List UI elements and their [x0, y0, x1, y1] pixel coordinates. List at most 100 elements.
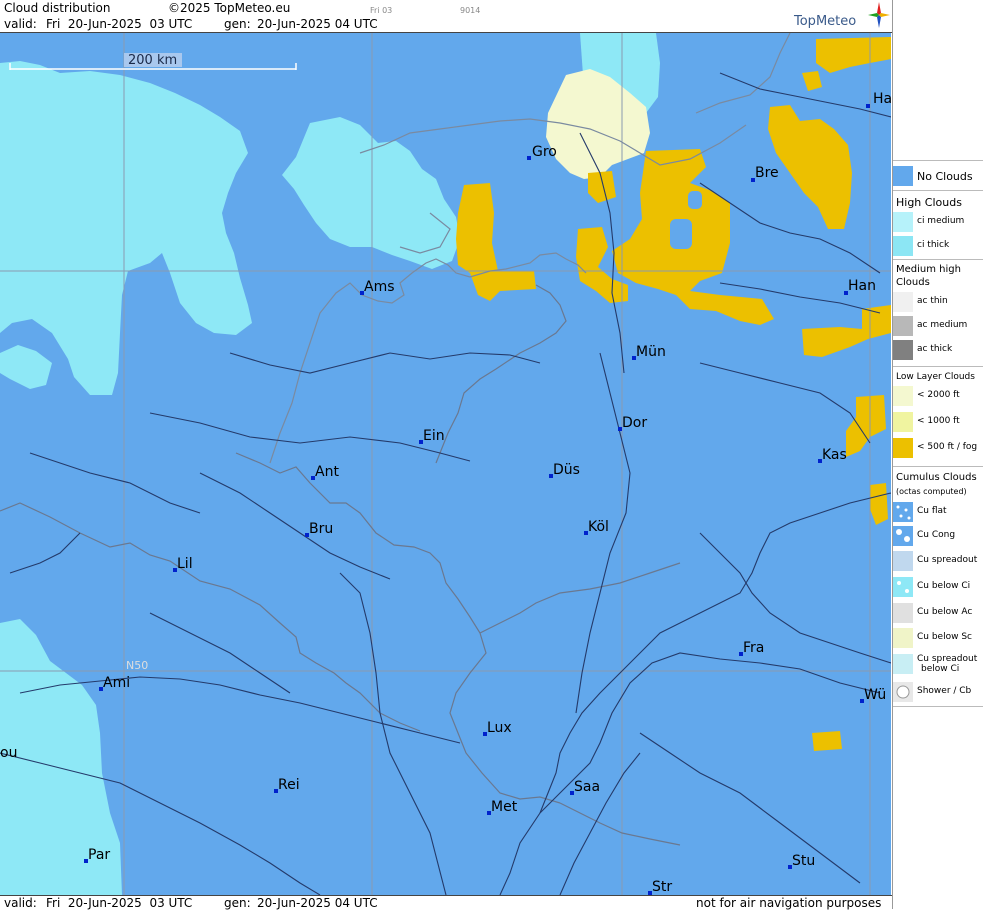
- ac-thin-swatch: [893, 292, 913, 312]
- legend-divider: [893, 190, 983, 191]
- city-dot: [527, 156, 531, 160]
- footer-valid-time: Fri 20-Jun-2025 03 UTC: [46, 896, 193, 910]
- city-label-kas[interactable]: Kas: [822, 447, 847, 463]
- low-clouds-heading: Low Layer Clouds: [896, 372, 975, 382]
- ci-thick-label: ci thick: [917, 240, 950, 250]
- city-dot: [866, 104, 870, 108]
- city-label-mun[interactable]: Mün: [636, 344, 666, 360]
- city-label-lil[interactable]: Lil: [177, 556, 193, 572]
- low-1000-swatch: [893, 412, 913, 432]
- no-clouds-swatch: [893, 166, 913, 186]
- cu-cong-label: Cu Cong: [917, 530, 956, 540]
- legend-ci-medium: ci medium: [893, 212, 983, 234]
- ac-thick-swatch: [893, 340, 913, 360]
- cu-below-sc-swatch: [893, 628, 913, 648]
- low-2000-label: < 2000 ft: [917, 390, 960, 400]
- city-label-dor[interactable]: Dor: [622, 415, 647, 431]
- gen-label: gen:: [224, 17, 251, 31]
- cu-flat-label: Cu flat: [917, 506, 947, 516]
- shower-label: Shower / Cb: [917, 686, 972, 696]
- cloud-map[interactable]: 200 km N50 Gro Bre Ha Ams Han Mün Ein Do…: [0, 33, 891, 895]
- cloud-map-canvas: 200 km N50 Gro Bre Ha Ams Han Mün Ein Do…: [0, 33, 891, 895]
- ci-medium-label: ci medium: [917, 216, 965, 226]
- city-label-gro[interactable]: Gro: [532, 144, 557, 160]
- copyright-text: ©2025 TopMeteo.eu: [168, 1, 291, 15]
- legend-cu-cong: Cu Cong: [893, 526, 983, 548]
- legend-ac-medium: ac medium: [893, 316, 983, 338]
- valid-label: valid:: [4, 17, 37, 31]
- brand-name: TopMeteo: [794, 14, 857, 29]
- high-clouds-heading: High Clouds: [896, 196, 962, 209]
- topmeteo-logo[interactable]: TopMeteo: [790, 2, 890, 30]
- legend-cu-flat: Cu flat: [893, 502, 983, 524]
- city-label-wu[interactable]: Wü: [864, 687, 886, 703]
- city-label-fra[interactable]: Fra: [743, 640, 764, 656]
- code-label: 9014: [460, 6, 481, 15]
- ac-medium-swatch: [893, 316, 913, 336]
- city-label-bru[interactable]: Bru: [309, 521, 333, 537]
- cu-spread-below-ci-label: Cu spreadout: [917, 654, 978, 664]
- cumulus-heading: Cumulus Clouds: [896, 472, 977, 483]
- footer-valid-label: valid:: [4, 896, 37, 910]
- cu-spread-below-ci-label-2: below Ci: [921, 664, 960, 674]
- city-label-bre[interactable]: Bre: [755, 165, 779, 181]
- legend-low-1000: < 1000 ft: [893, 412, 983, 434]
- medium-clouds-heading: Medium high Clouds: [896, 264, 961, 288]
- cu-below-sc-label: Cu below Sc: [917, 632, 972, 642]
- legend-ci-thick: ci thick: [893, 236, 983, 258]
- fog-swatch: [893, 438, 913, 458]
- cu-flat-swatch: [893, 502, 913, 522]
- cu-below-ac-label: Cu below Ac: [917, 607, 973, 617]
- low-1000-label: < 1000 ft: [917, 416, 960, 426]
- footer-gen-label: gen:: [224, 896, 251, 910]
- legend-cu-below-ci: Cu below Ci: [893, 577, 983, 599]
- city-label-stu[interactable]: Stu: [792, 853, 815, 869]
- cu-spread-label: Cu spreadout: [917, 555, 978, 565]
- legend-cu-spread: Cu spreadout: [893, 551, 983, 573]
- shower-swatch: [893, 682, 913, 702]
- scale-label: 200 km: [128, 53, 177, 68]
- city-label-ami[interactable]: Ami: [103, 675, 130, 691]
- ac-medium-label: ac medium: [917, 320, 968, 330]
- city-label-lux[interactable]: Lux: [487, 720, 512, 736]
- cu-spread-swatch: [893, 551, 913, 571]
- ac-thick-label: ac thick: [917, 344, 953, 354]
- ci-medium-swatch: [893, 212, 913, 232]
- fog-clouds: [456, 37, 891, 751]
- valid-time: Fri 20-Jun-2025 03 UTC: [46, 17, 193, 31]
- cu-below-ac-swatch: [893, 603, 913, 623]
- city-label-ou[interactable]: ou: [0, 745, 17, 761]
- city-label-par[interactable]: Par: [88, 847, 110, 863]
- legend-divider: [893, 160, 983, 161]
- city-label-saa[interactable]: Saa: [574, 779, 600, 795]
- legend-shower: Shower / Cb: [893, 682, 983, 704]
- legend-fog: < 500 ft / fog: [893, 438, 983, 460]
- legend-divider: [893, 706, 983, 707]
- city-label-han[interactable]: Han: [848, 278, 876, 294]
- cumulus-subheading: (octas computed): [896, 487, 967, 496]
- city-label-dus[interactable]: Düs: [553, 462, 580, 478]
- city-label-ams[interactable]: Ams: [364, 279, 395, 295]
- legend-no-clouds: No Clouds: [893, 166, 983, 188]
- legend-low-2000: < 2000 ft: [893, 386, 983, 408]
- fog-label: < 500 ft / fog: [917, 442, 978, 452]
- legend-ac-thick: ac thick: [893, 340, 983, 362]
- latitude-label: N50: [126, 659, 148, 672]
- legend-divider: [893, 366, 983, 367]
- city-label-rei[interactable]: Rei: [278, 777, 300, 793]
- city-label-ha[interactable]: Ha: [873, 91, 891, 107]
- cu-spread-below-ci-swatch: [893, 654, 913, 674]
- cu-below-ci-swatch: [893, 577, 913, 597]
- city-label-met[interactable]: Met: [491, 799, 518, 815]
- city-label-kol[interactable]: Köl: [588, 519, 609, 535]
- city-label-ant[interactable]: Ant: [315, 464, 339, 480]
- no-clouds-label: No Clouds: [917, 170, 973, 183]
- cu-below-ci-label: Cu below Ci: [917, 581, 971, 591]
- legend-cu-below-ac: Cu below Ac: [893, 603, 983, 625]
- legend-ac-thin: ac thin: [893, 292, 983, 314]
- disclaimer-text: not for air navigation purposes: [696, 896, 882, 910]
- city-label-ein[interactable]: Ein: [423, 428, 445, 444]
- cu-cong-swatch: [893, 526, 913, 546]
- map-title: Cloud distribution: [4, 1, 111, 15]
- city-label-str[interactable]: Str: [652, 879, 672, 895]
